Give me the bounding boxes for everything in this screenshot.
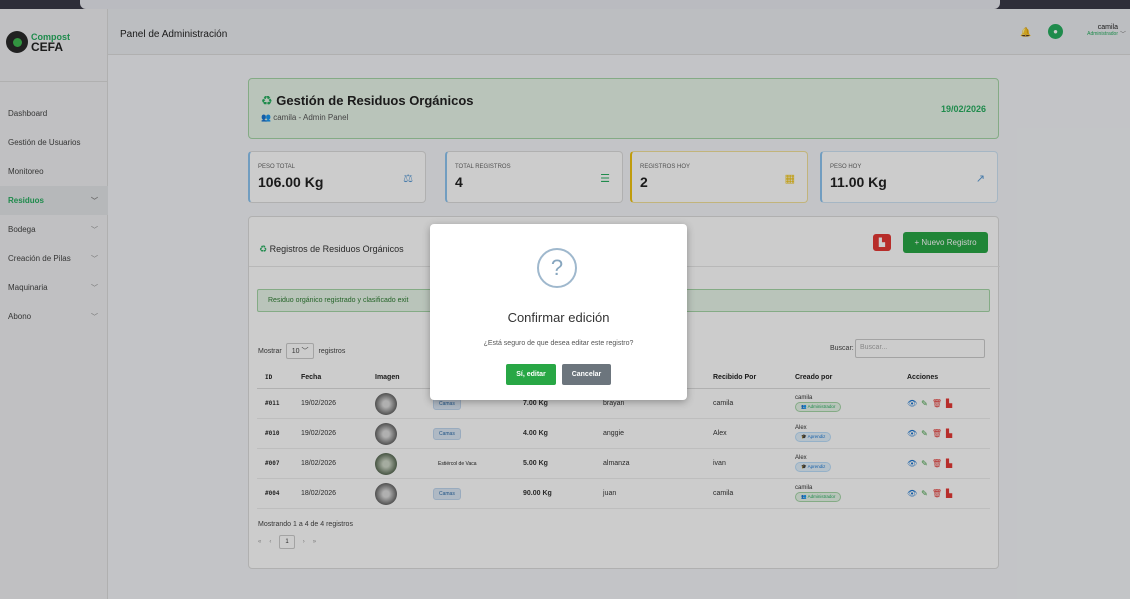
confirm-dialog: ? Confirmar edición ¿Está seguro de que … [430, 224, 687, 400]
cancel-button[interactable]: Cancelar [562, 364, 611, 385]
question-icon: ? [537, 248, 577, 288]
dialog-text: ¿Está seguro de que desea editar este re… [483, 340, 634, 347]
confirm-edit-button[interactable]: Sí, editar [506, 364, 556, 385]
dialog-title: Confirmar edición [507, 310, 610, 325]
